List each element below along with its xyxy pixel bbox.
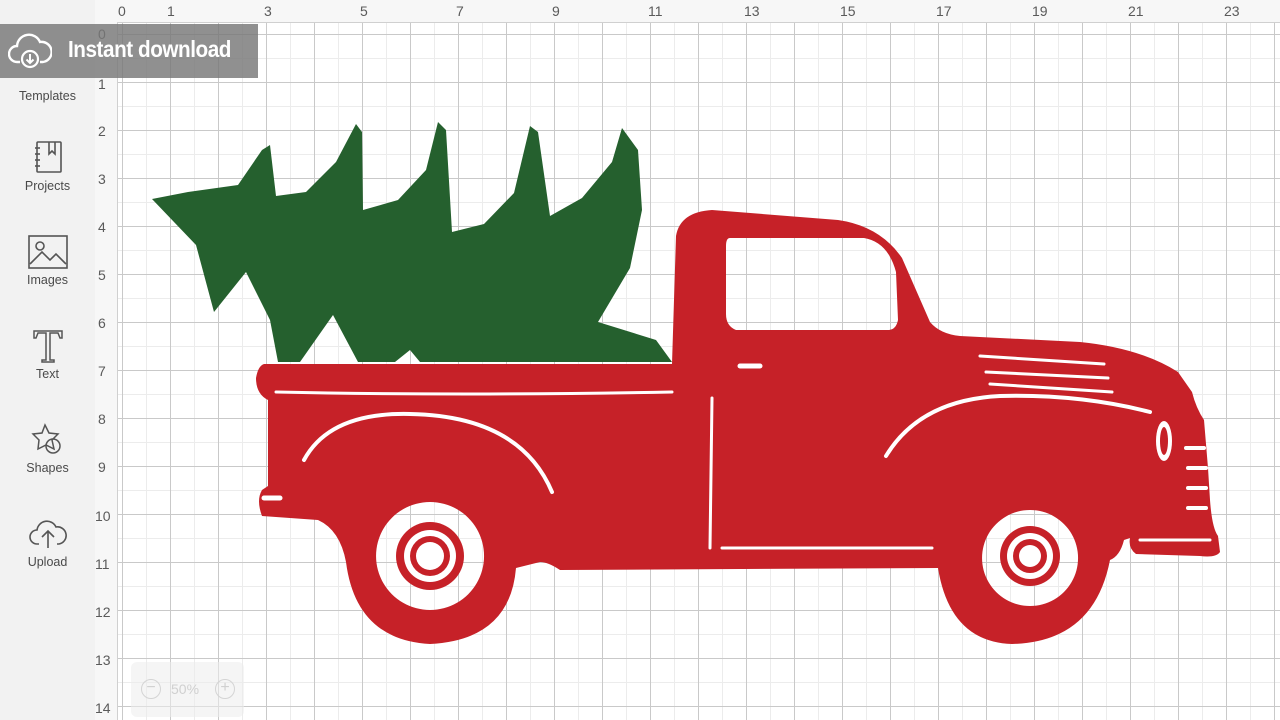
zoom-out-button[interactable]: −: [141, 679, 161, 699]
zoom-control: − 50% +: [131, 662, 244, 717]
cloud-download-icon: [7, 32, 53, 75]
rear-wheel-center: [416, 542, 444, 570]
truck-tree-artwork[interactable]: [0, 0, 1280, 720]
front-wheel-center: [1019, 545, 1041, 567]
zoom-in-button[interactable]: +: [215, 679, 235, 699]
christmas-tree-shape[interactable]: [152, 122, 672, 362]
instant-download-banner[interactable]: Instant download: [0, 24, 258, 78]
banner-text: Instant download: [68, 36, 231, 62]
headlight-inner: [1160, 427, 1168, 455]
zoom-level: 50%: [171, 681, 200, 697]
